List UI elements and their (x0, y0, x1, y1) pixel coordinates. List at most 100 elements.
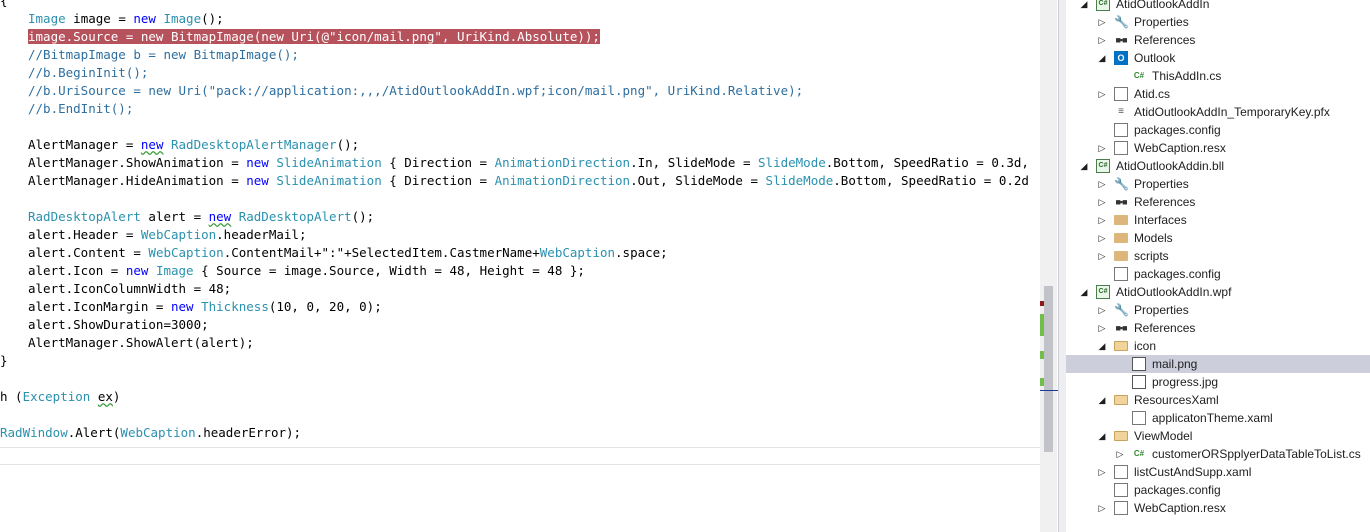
code-line[interactable]: alert.Header = WebCaption.headerMail; (0, 226, 306, 244)
tree-item-label: icon (1134, 339, 1157, 353)
folder-icon (1114, 233, 1128, 243)
tree-item[interactable]: packages.config (1066, 265, 1370, 283)
scrollbar-change-mark (1040, 301, 1044, 306)
tree-item[interactable]: ◢ C# AtidOutlookAddIn.wpf (1066, 283, 1370, 301)
tree-item[interactable]: ◢ C# AtidOutlookAddin.bll (1066, 157, 1370, 175)
code-line[interactable]: h (Exception ex) (0, 388, 120, 406)
tree-item[interactable]: ▷ C# customerORSpplyerDataTableToList.cs (1066, 445, 1370, 463)
collapsed-arrow-icon[interactable]: ▷ (1096, 463, 1108, 481)
collapsed-arrow-icon[interactable]: ▷ (1096, 193, 1108, 211)
collapsed-arrow-icon[interactable]: ▷ (1096, 175, 1108, 193)
code-line[interactable]: alert.IconMargin = new Thickness(10, 0, … (0, 298, 382, 316)
code-line[interactable]: //b.BeginInit(); (0, 64, 148, 82)
tree-item[interactable]: ▷ 🔧 Properties (1066, 301, 1370, 319)
code-token: new (246, 155, 269, 170)
code-text: Image image = new Image(); (28, 11, 224, 26)
expanded-arrow-icon[interactable]: ◢ (1096, 391, 1108, 409)
collapsed-arrow-icon[interactable]: ▷ (1096, 247, 1108, 265)
tree-item[interactable]: ◢ O Outlook (1066, 49, 1370, 67)
code-line[interactable]: AlertManager.ShowAnimation = new SlideAn… (0, 154, 1029, 172)
collapsed-arrow-icon[interactable]: ▷ (1096, 31, 1108, 49)
code-line[interactable]: //b.EndInit(); (0, 100, 133, 118)
collapsed-arrow-icon[interactable]: ▷ (1096, 85, 1108, 103)
collapsed-arrow-icon[interactable]: ▷ (1096, 13, 1108, 31)
code-line[interactable]: AlertManager.HideAnimation = new SlideAn… (0, 172, 1029, 190)
collapsed-arrow-icon[interactable]: ▷ (1114, 445, 1126, 463)
expanded-arrow-icon[interactable]: ◢ (1096, 49, 1108, 67)
tree-item[interactable]: ▷ ■▪■ References (1066, 31, 1370, 49)
tree-item[interactable]: C# ThisAddIn.cs (1066, 67, 1370, 85)
collapsed-arrow-icon[interactable]: ▷ (1096, 301, 1108, 319)
references-icon: ■▪■ (1115, 323, 1127, 333)
editor-vertical-scrollbar[interactable] (1040, 0, 1057, 532)
code-line[interactable]: //BitmapImage b = new BitmapImage(); (0, 46, 299, 64)
tree-item[interactable]: progress.jpg (1066, 373, 1370, 391)
code-line[interactable]: alert.Icon = new Image { Source = image.… (0, 262, 585, 280)
tree-item[interactable]: ▷ ■▪■ References (1066, 193, 1370, 211)
collapsed-arrow-icon[interactable]: ▷ (1096, 139, 1108, 157)
collapsed-arrow-icon[interactable]: ▷ (1096, 229, 1108, 247)
tree-item[interactable]: ◢ ViewModel (1066, 427, 1370, 445)
code-line[interactable] (0, 190, 28, 208)
config-icon (1114, 123, 1128, 137)
tree-item[interactable]: ▷ WebCaption.resx (1066, 139, 1370, 157)
tree-item[interactable]: ▷ Interfaces (1066, 211, 1370, 229)
code-line[interactable]: Image image = new Image(); (0, 10, 224, 28)
tree-item[interactable]: ≡ AtidOutlookAddIn_TemporaryKey.pfx (1066, 103, 1370, 121)
code-token: new (133, 11, 156, 26)
pane-splitter[interactable] (1058, 0, 1066, 532)
collapsed-arrow-icon[interactable]: ▷ (1096, 499, 1108, 517)
expanded-arrow-icon[interactable]: ◢ (1096, 337, 1108, 355)
tree-item[interactable]: ▷ Atid.cs (1066, 85, 1370, 103)
solution-explorer-tree[interactable]: ◢ C# AtidOutlookAddIn ▷ 🔧 Properties ▷ ■▪■ Refer… (1066, 0, 1370, 532)
tree-item[interactable]: ▷ 🔧 Properties (1066, 13, 1370, 31)
tree-item[interactable]: ▷ 🔧 Properties (1066, 175, 1370, 193)
code-line[interactable]: //b.UriSource = new Uri("pack://applicat… (0, 82, 803, 100)
code-token: { Direction = (381, 173, 495, 188)
scrollbar-change-mark (1040, 351, 1044, 359)
code-line[interactable]: AlertManager = new RadDesktopAlertManage… (0, 136, 359, 154)
collapsed-arrow-icon[interactable]: ▷ (1096, 319, 1108, 337)
collapsed-arrow-icon[interactable]: ▷ (1096, 211, 1108, 229)
code-line[interactable]: image.Source = new BitmapImage(new Uri(@… (0, 28, 600, 46)
tree-item[interactable]: ▷ WebCaption.resx (1066, 499, 1370, 517)
code-line[interactable]: } (0, 352, 8, 370)
tree-item-label: References (1134, 33, 1196, 47)
tree-item[interactable]: applicatonTheme.xaml (1066, 409, 1370, 427)
code-line[interactable]: AlertManager.ShowAlert(alert); (0, 334, 254, 352)
code-text: alert.Header = WebCaption.headerMail; (28, 227, 306, 242)
tree-item[interactable]: ◢ ResourcesXaml (1066, 391, 1370, 409)
code-token: SlideAnimation (276, 155, 382, 170)
code-token: ex (97, 389, 113, 404)
tree-item[interactable]: ▷ ■▪■ References (1066, 319, 1370, 337)
tree-item[interactable]: mail.png (1066, 355, 1370, 373)
code-text: { (0, 0, 8, 8)
tree-item[interactable]: ◢ C# AtidOutlookAddIn (1066, 0, 1370, 13)
scrollbar-thumb[interactable] (1044, 286, 1053, 452)
tree-item[interactable]: ◢ icon (1066, 337, 1370, 355)
code-line[interactable]: RadDesktopAlert alert = new RadDesktopAl… (0, 208, 374, 226)
expanded-arrow-icon[interactable]: ◢ (1078, 283, 1090, 301)
code-line[interactable] (0, 118, 28, 136)
tree-item[interactable]: packages.config (1066, 121, 1370, 139)
code-line[interactable]: alert.ShowDuration=3000; (0, 316, 209, 334)
code-token: alert.IconMargin = (28, 299, 171, 314)
code-token: AnimationDirection (494, 173, 631, 188)
expanded-arrow-icon[interactable]: ◢ (1078, 157, 1090, 175)
code-text: alert.IconMargin = new Thickness(10, 0, … (28, 299, 382, 314)
code-text: alert.Content = WebCaption.ContentMail+"… (28, 245, 668, 260)
code-line[interactable]: RadWindow.Alert(WebCaption.headerError); (0, 424, 301, 442)
tree-item[interactable]: ▷ Models (1066, 229, 1370, 247)
code-line[interactable]: { (0, 0, 8, 10)
tree-item[interactable]: ▷ scripts (1066, 247, 1370, 265)
tree-item[interactable]: ▷ listCustAndSupp.xaml (1066, 463, 1370, 481)
expanded-arrow-icon[interactable]: ◢ (1078, 0, 1090, 13)
expanded-arrow-icon[interactable]: ◢ (1096, 427, 1108, 445)
tree-item[interactable]: packages.config (1066, 481, 1370, 499)
code-line[interactable]: alert.Content = WebCaption.ContentMail+"… (0, 244, 668, 262)
code-token: //BitmapImage b = new BitmapImage(); (28, 47, 299, 62)
code-line[interactable]: alert.IconColumnWidth = 48; (0, 280, 231, 298)
